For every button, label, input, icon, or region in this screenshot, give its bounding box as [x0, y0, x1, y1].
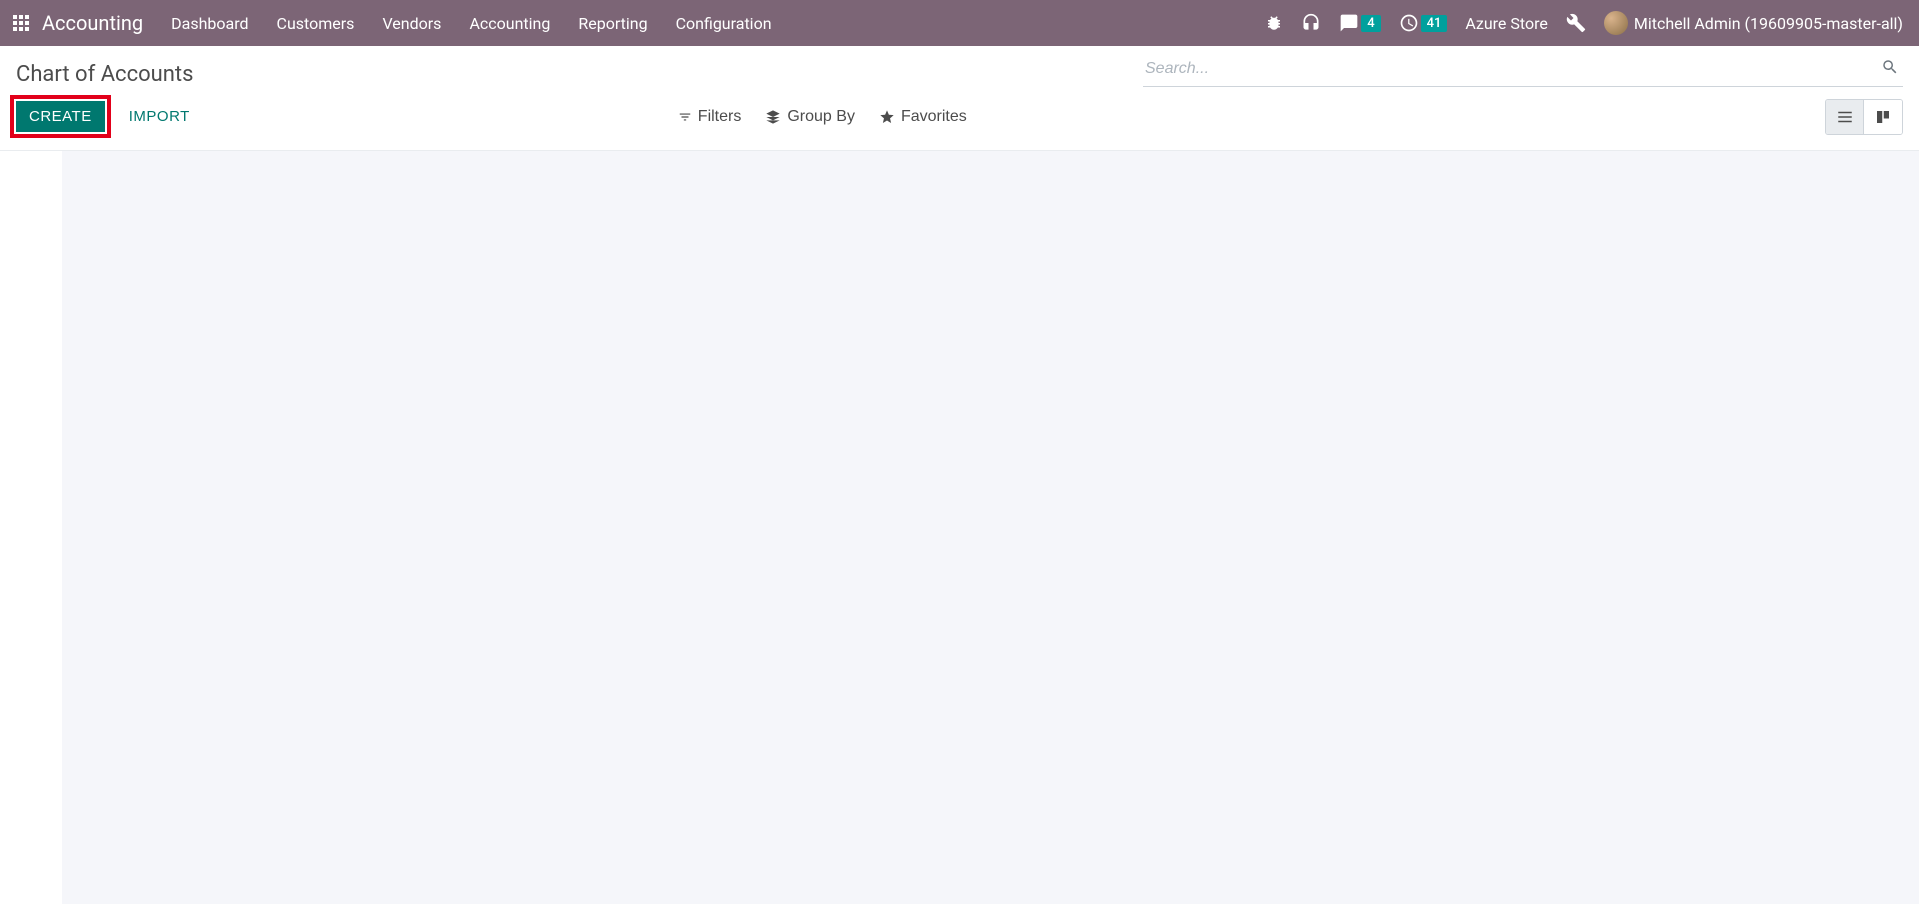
list-view-button[interactable]	[1826, 100, 1864, 134]
view-switcher	[1825, 99, 1903, 135]
activities-icon[interactable]: 41	[1399, 13, 1448, 33]
page-title: Chart of Accounts	[16, 56, 193, 87]
main-menu: Dashboard Customers Vendors Accounting R…	[171, 14, 771, 33]
filters-label: Filters	[698, 108, 742, 126]
content-main	[62, 151, 1919, 904]
favorites-button[interactable]: Favorites	[879, 108, 967, 126]
create-highlight: CREATE	[10, 95, 111, 138]
search-toolbar: Filters Group By Favorites	[678, 108, 967, 126]
star-icon	[879, 109, 895, 125]
menu-accounting[interactable]: Accounting	[469, 14, 550, 33]
support-icon[interactable]	[1301, 13, 1321, 33]
search-icon[interactable]	[1877, 54, 1903, 84]
top-navbar: Accounting Dashboard Customers Vendors A…	[0, 0, 1919, 46]
list-icon	[1836, 108, 1854, 126]
search-input[interactable]	[1143, 56, 1877, 82]
filters-button[interactable]: Filters	[678, 108, 742, 126]
store-switcher[interactable]: Azure Store	[1465, 14, 1547, 33]
tools-icon[interactable]	[1566, 13, 1586, 33]
avatar	[1604, 11, 1628, 35]
messages-icon[interactable]: 4	[1339, 13, 1380, 33]
import-button[interactable]: IMPORT	[121, 102, 198, 131]
funnel-icon	[678, 110, 692, 124]
app-brand[interactable]: Accounting	[42, 11, 143, 35]
group-by-label: Group By	[787, 108, 855, 126]
user-menu[interactable]: Mitchell Admin (19609905-master-all)	[1604, 11, 1903, 35]
systray: 4 41 Azure Store Mitchell Admin (1960990…	[1265, 11, 1903, 35]
menu-reporting[interactable]: Reporting	[578, 14, 647, 33]
group-by-button[interactable]: Group By	[765, 108, 855, 126]
content-area	[0, 151, 1919, 904]
favorites-label: Favorites	[901, 108, 967, 126]
kanban-icon	[1874, 108, 1892, 126]
apps-icon[interactable]	[12, 14, 30, 32]
menu-configuration[interactable]: Configuration	[676, 14, 772, 33]
messages-badge: 4	[1361, 15, 1380, 32]
control-panel: Chart of Accounts CREATE IMPORT Filters	[0, 46, 1919, 151]
user-name-label: Mitchell Admin (19609905-master-all)	[1634, 14, 1903, 33]
kanban-view-button[interactable]	[1864, 100, 1902, 134]
menu-customers[interactable]: Customers	[277, 14, 355, 33]
bug-icon[interactable]	[1265, 14, 1283, 32]
activities-badge: 41	[1421, 15, 1448, 32]
layers-icon	[765, 109, 781, 125]
search-bar	[1143, 54, 1903, 87]
menu-vendors[interactable]: Vendors	[382, 14, 441, 33]
content-gutter	[0, 151, 62, 904]
menu-dashboard[interactable]: Dashboard	[171, 14, 248, 33]
create-button[interactable]: CREATE	[16, 101, 105, 132]
